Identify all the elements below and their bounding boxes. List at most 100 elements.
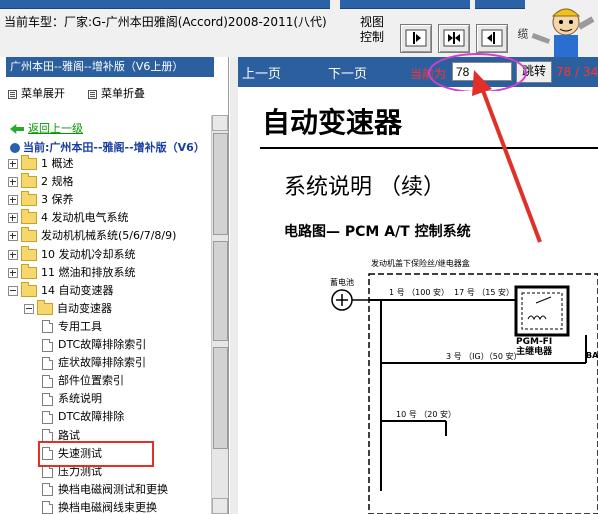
document-icon xyxy=(42,392,53,406)
viewer-toolbar: 上一页 下一页 当前为 跳转 78 / 348 xyxy=(238,53,598,93)
document-icon xyxy=(42,483,53,497)
tree-item[interactable]: 专用工具 xyxy=(40,318,102,335)
collapse-all-button[interactable]: 菜单折叠 xyxy=(88,85,145,101)
current-location: 当前:广州本田--雅阁--增补版（V6） xyxy=(10,139,205,155)
vertical-scrollbar[interactable] xyxy=(211,115,228,514)
expand-toggle-icon[interactable] xyxy=(8,213,18,224)
tree-item[interactable]: 14 自动变速器 xyxy=(8,281,114,299)
folder-icon xyxy=(21,263,37,279)
vehicle-info: 当前车型：厂家:G-广州本田雅阁(Accord)2008-2011(八代) xyxy=(4,13,327,30)
vehicle-label: 当前车型： xyxy=(4,15,65,29)
scroll-down-button[interactable] xyxy=(212,498,228,514)
tree-item-label: 路试 xyxy=(58,428,80,442)
tree-item[interactable]: DTC故障排除索引 xyxy=(40,336,146,353)
view-control-label: 视图控制 xyxy=(360,15,385,44)
book-icon xyxy=(10,143,20,153)
tree-item[interactable]: 2 规格 xyxy=(8,173,74,190)
relay-subname: 主继电器 xyxy=(516,347,553,357)
left-panel: 广州本田--雅阁--增补版（V6上册） 菜单展开 菜单折叠 返回上一级 当前:广… xyxy=(0,57,229,514)
tree-item-label: 专用工具 xyxy=(58,319,102,333)
back-link[interactable]: 返回上一级 xyxy=(10,120,83,136)
relay-box xyxy=(514,285,570,337)
fuse10-label: 10 号 （20 安） xyxy=(396,410,456,419)
scroll-up-button[interactable] xyxy=(212,115,228,131)
folder-icon xyxy=(21,245,37,261)
document-page: 自动变速器 系统说明 （续） 电路图— PCM A/T 控制系统 蓄电池 发动机… xyxy=(246,91,598,514)
tree-item[interactable]: 系统说明 xyxy=(40,390,102,407)
tree-item-label: 发动机机械系统(5/6/7/8/9) xyxy=(41,229,177,243)
fuse1-label: 1 号 （100 安） xyxy=(389,288,449,297)
collapse-all-label: 菜单折叠 xyxy=(101,87,145,100)
tree-item[interactable]: 换档电磁阀线束更换 xyxy=(40,499,157,514)
tree-item-label: 换档电磁阀测试和更换 xyxy=(58,482,168,496)
first-page-icon xyxy=(405,29,427,47)
next-page-button[interactable]: 下一页 xyxy=(328,63,367,82)
menu-controls: 菜单展开 菜单折叠 xyxy=(8,85,208,101)
battery-label: 蓄电池 xyxy=(330,278,354,287)
document-icon xyxy=(42,374,53,388)
tree-item[interactable]: 部件位置索引 xyxy=(40,372,124,389)
tree-item[interactable]: 自动变速器 xyxy=(24,299,112,317)
tree-item[interactable]: 11 燃油和排放系统 xyxy=(8,263,136,281)
relay-label: PGM-FI 主继电器 xyxy=(516,337,552,357)
vehicle-value: 厂家:G-广州本田雅阁(Accord)2008-2011(八代) xyxy=(64,15,327,29)
document-viewer: 上一页 下一页 当前为 跳转 78 / 348 自动变速器 系统说明 （续） 电… xyxy=(238,53,598,514)
top-header: 当前车型：厂家:G-广州本田雅阁(Accord)2008-2011(八代) 视图… xyxy=(0,0,598,57)
expand-toggle-icon[interactable] xyxy=(8,267,18,278)
fit-page-icon xyxy=(443,29,465,47)
selection-highlight-box xyxy=(38,441,154,467)
tree-item-label: 换档电磁阀线束更换 xyxy=(58,500,157,514)
document-icon xyxy=(42,356,53,370)
mascot-icon xyxy=(531,8,595,57)
expand-all-button[interactable]: 菜单展开 xyxy=(8,85,65,101)
tree-item[interactable]: DTC故障排除 xyxy=(40,408,124,425)
tree-item[interactable]: 换档电磁阀测试和更换 xyxy=(40,481,168,498)
relay-name: PGM-FI xyxy=(516,337,553,347)
cut-label: BA xyxy=(586,351,598,360)
folder-icon xyxy=(21,281,37,297)
back-arrow-icon xyxy=(10,124,24,134)
document-icon xyxy=(42,410,53,424)
collapse-toggle-icon[interactable] xyxy=(24,303,34,314)
tree-item-label: 14 自动变速器 xyxy=(41,283,114,297)
prev-page-button[interactable]: 上一页 xyxy=(242,63,281,82)
folder-icon xyxy=(37,299,53,315)
previous-icon xyxy=(481,29,503,47)
top-strip xyxy=(0,0,330,9)
scroll-thumb[interactable] xyxy=(213,133,228,235)
expand-toggle-icon[interactable] xyxy=(8,177,18,188)
tree-item-label: DTC故障排除 xyxy=(58,410,125,424)
tree-item[interactable]: 10 发动机冷却系统 xyxy=(8,245,136,263)
tree-item[interactable]: 1 概述 xyxy=(8,155,74,172)
circuit-diagram xyxy=(331,273,598,514)
expand-toggle-icon[interactable] xyxy=(8,231,18,242)
tree-item[interactable]: 发动机机械系统(5/6/7/8/9) xyxy=(8,227,176,244)
tree-item[interactable]: 4 发动机电气系统 xyxy=(8,209,129,226)
fit-page-button[interactable] xyxy=(438,24,470,53)
tree-item-label: 2 规格 xyxy=(41,175,74,189)
folder-icon xyxy=(21,209,37,225)
collapse-toggle-icon[interactable] xyxy=(8,285,18,296)
annotation-ellipse xyxy=(428,53,527,93)
tree-item-label: 1 概述 xyxy=(41,157,74,170)
scroll-thumb-3[interactable] xyxy=(213,347,228,449)
expand-all-label: 菜单展开 xyxy=(21,87,65,100)
document-icon xyxy=(42,320,53,334)
tree-item-label: 部件位置索引 xyxy=(58,374,124,388)
expand-toggle-icon[interactable] xyxy=(8,249,18,260)
expand-toggle-icon[interactable] xyxy=(8,195,18,206)
folder-icon xyxy=(21,191,37,207)
top-strip-3 xyxy=(475,0,525,9)
first-page-button[interactable] xyxy=(400,24,432,53)
tree-item-label: 4 发动机电气系统 xyxy=(41,211,129,225)
previous-button[interactable] xyxy=(476,24,508,53)
fuse17-label: 17 号 （15 安） xyxy=(454,288,514,297)
tree-item[interactable]: 症状故障排除索引 xyxy=(40,354,146,371)
scroll-thumb-2[interactable] xyxy=(213,241,228,341)
back-link-label: 返回上一级 xyxy=(28,122,83,135)
tree-item-label: 10 发动机冷却系统 xyxy=(41,247,136,261)
expand-toggle-icon[interactable] xyxy=(8,159,18,169)
tree-item-label: DTC故障排除索引 xyxy=(58,338,147,351)
document-icon xyxy=(42,465,53,479)
tree-item[interactable]: 3 保养 xyxy=(8,191,74,208)
